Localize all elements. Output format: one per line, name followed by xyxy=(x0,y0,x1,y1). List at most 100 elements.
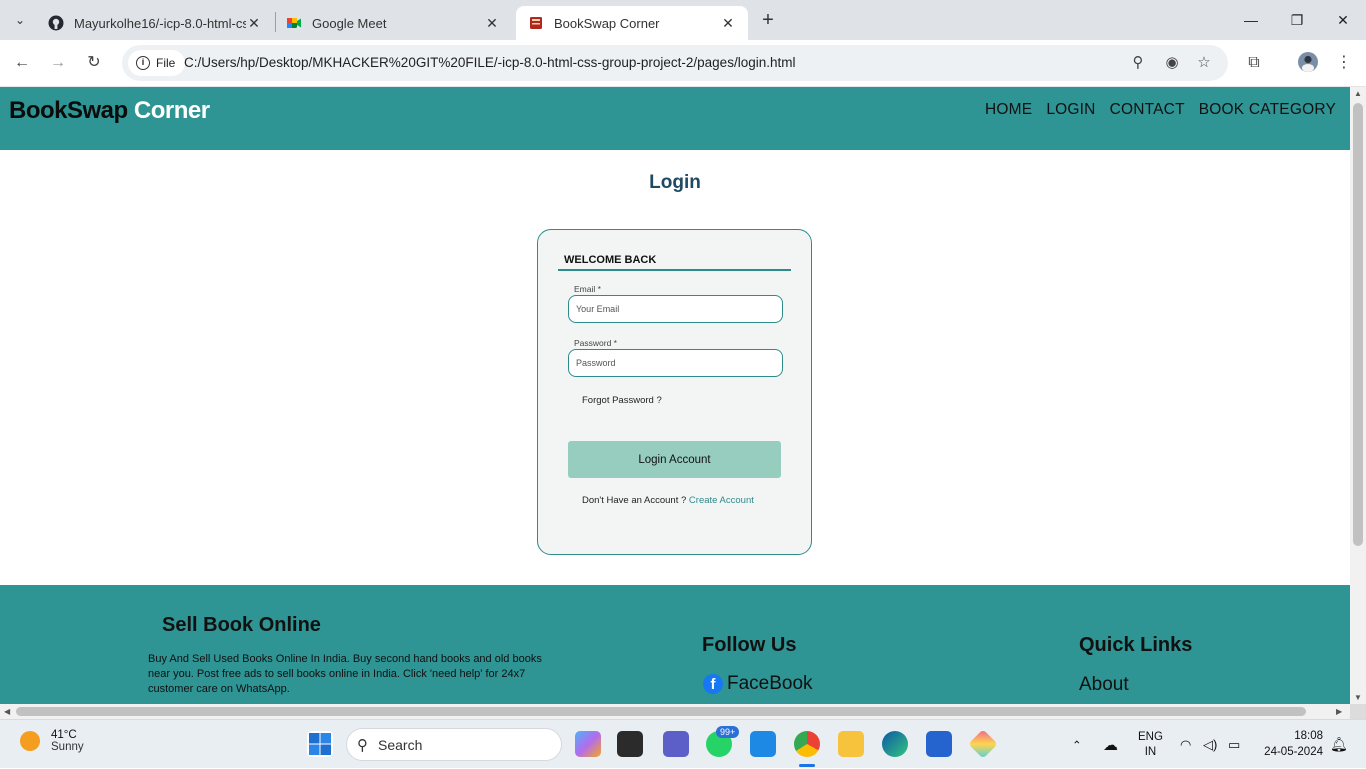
windows-taskbar: 41°C Sunny ⚲ Search 99+ ⌃ ☁ ENG IN ◠ ◁) … xyxy=(0,719,1366,768)
about-link[interactable]: About xyxy=(1079,674,1129,696)
minimize-icon[interactable]: — xyxy=(1239,8,1263,32)
site-logo[interactable]: BookSwap Corner xyxy=(9,97,210,125)
url-text[interactable]: C:/Users/hp/Desktop/MKHACKER%20GIT%20FIL… xyxy=(184,45,795,81)
zoom-icon[interactable]: ⚲ xyxy=(1128,53,1148,73)
scroll-down-icon[interactable]: ▼ xyxy=(1350,693,1366,702)
tab-search-dropdown-icon[interactable]: ⌄ xyxy=(8,8,32,32)
profile-avatar[interactable] xyxy=(1296,51,1320,75)
google-meet-icon xyxy=(286,15,302,31)
reload-icon[interactable]: ↻ xyxy=(82,51,106,75)
scroll-right-icon[interactable]: ▶ xyxy=(1336,704,1342,719)
login-card: WELCOME BACK Email * Your Email Password… xyxy=(537,229,812,555)
create-account-link[interactable]: Create Account xyxy=(689,495,754,506)
password-label: Password * xyxy=(574,338,617,348)
footer-follow-title: Follow Us xyxy=(702,634,797,656)
site-nav: HOME LOGIN CONTACT BOOK CATEGORY xyxy=(985,101,1336,119)
app-icon[interactable] xyxy=(968,729,998,759)
weather-condition: Sunny xyxy=(51,741,84,753)
browser-toolbar: ← → ↻ i File C:/Users/hp/Desktop/MKHACKE… xyxy=(0,40,1366,87)
scroll-left-icon[interactable]: ◀ xyxy=(4,704,10,719)
page-viewport: BookSwap Corner HOME LOGIN CONTACT BOOK … xyxy=(0,87,1350,704)
notification-bell-icon[interactable]: 🔔︎ xyxy=(1330,720,1348,769)
facebook-icon: f xyxy=(703,674,723,694)
nav-book-category[interactable]: BOOK CATEGORY xyxy=(1199,101,1336,119)
eye-icon[interactable]: ◉ xyxy=(1162,53,1182,73)
whatsapp-badge: 99+ xyxy=(716,726,740,738)
tab-title: Mayurkolhe16/-icp-8.0-html-cs xyxy=(74,15,246,31)
battery-icon[interactable]: ▭ xyxy=(1228,720,1240,769)
taskbar-search[interactable]: ⚲ Search xyxy=(346,728,562,761)
horizontal-scroll-thumb[interactable] xyxy=(16,707,1306,716)
site-header: BookSwap Corner HOME LOGIN CONTACT BOOK … xyxy=(0,87,1350,150)
edge-icon[interactable] xyxy=(882,731,908,757)
nav-home[interactable]: HOME xyxy=(985,101,1032,119)
scheme-label: File xyxy=(156,56,176,70)
bookmark-star-icon[interactable]: ☆ xyxy=(1194,53,1214,73)
close-icon[interactable]: ✕ xyxy=(484,15,500,32)
weather-widget[interactable]: 41°C Sunny xyxy=(20,729,84,753)
footer-sell-title: Sell Book Online xyxy=(162,614,321,636)
tray-chevron-icon[interactable]: ⌃ xyxy=(1072,720,1082,769)
volume-icon[interactable]: ◁) xyxy=(1203,720,1217,769)
welcome-heading: WELCOME BACK xyxy=(558,254,791,271)
temperature: 41°C xyxy=(51,729,77,741)
window-close-icon[interactable]: ✕ xyxy=(1331,8,1355,32)
close-icon[interactable]: ✕ xyxy=(720,15,736,32)
microsoft-store-icon[interactable] xyxy=(926,731,952,757)
address-bar[interactable]: i File C:/Users/hp/Desktop/MKHACKER%20GI… xyxy=(122,45,1228,81)
nav-login[interactable]: LOGIN xyxy=(1046,101,1095,119)
copilot-icon[interactable] xyxy=(575,731,601,757)
restore-icon[interactable]: ❐ xyxy=(1285,8,1309,32)
brand-part-2: Corner xyxy=(133,97,210,124)
teams-icon[interactable] xyxy=(663,731,689,757)
onedrive-cloud-icon[interactable]: ☁ xyxy=(1103,720,1118,769)
tab-title: BookSwap Corner xyxy=(554,15,660,31)
browser-tab-bar: ⌄ Mayurkolhe16/-icp-8.0-html-cs ✕ Google… xyxy=(0,0,1366,40)
book-icon xyxy=(528,15,544,31)
new-tab-plus-icon[interactable]: + xyxy=(758,10,778,30)
brand-part-1: BookSwap xyxy=(9,97,128,124)
tab-google-meet[interactable]: Google Meet ✕ xyxy=(274,6,512,40)
tab-bookswap[interactable]: BookSwap Corner ✕ xyxy=(516,6,748,40)
file-explorer-icon[interactable] xyxy=(838,731,864,757)
site-info-chip[interactable]: i File xyxy=(128,50,186,76)
login-button[interactable]: Login Account xyxy=(568,441,781,478)
email-label: Email * xyxy=(574,284,601,294)
vertical-scrollbar[interactable]: ▲ ▼ xyxy=(1350,87,1366,704)
facebook-link[interactable]: f FaceBook xyxy=(703,673,813,695)
search-label: Search xyxy=(378,736,423,753)
footer-sell-text: Buy And Sell Used Books Online In India.… xyxy=(148,653,542,695)
info-icon: i xyxy=(136,56,150,70)
no-account-text: Don't Have an Account ? xyxy=(582,495,687,506)
taskbar-clock[interactable]: 18:08 24-05-2024 xyxy=(1264,728,1323,760)
tab-title: Google Meet xyxy=(312,15,387,31)
task-view-icon[interactable] xyxy=(617,731,643,757)
sun-icon xyxy=(20,731,40,751)
lang-line-1: ENG xyxy=(1138,730,1163,743)
language-indicator[interactable]: ENG IN xyxy=(1138,720,1163,769)
forgot-password-link[interactable]: Forgot Password ? xyxy=(582,395,662,406)
forward-arrow-icon[interactable]: → xyxy=(46,51,70,75)
tab-github[interactable]: Mayurkolhe16/-icp-8.0-html-cs ✕ xyxy=(36,6,274,40)
vscode-icon[interactable] xyxy=(750,731,776,757)
extensions-puzzle-icon[interactable]: ⧉ xyxy=(1242,51,1266,75)
vertical-scroll-thumb[interactable] xyxy=(1353,103,1363,546)
horizontal-scrollbar[interactable]: ◀ ▶ xyxy=(0,704,1350,719)
email-field[interactable]: Your Email xyxy=(568,295,783,323)
back-arrow-icon[interactable]: ← xyxy=(10,51,34,75)
scroll-up-icon[interactable]: ▲ xyxy=(1350,89,1366,98)
wifi-icon[interactable]: ◠ xyxy=(1180,720,1191,769)
scrollbar-corner xyxy=(1350,704,1366,719)
more-menu-icon[interactable]: ⋮ xyxy=(1332,51,1356,75)
chrome-icon[interactable] xyxy=(794,731,820,757)
search-icon: ⚲ xyxy=(357,736,368,754)
footer-quick-links-title: Quick Links xyxy=(1079,634,1193,656)
password-field[interactable]: Password xyxy=(568,349,783,377)
lang-line-2: IN xyxy=(1144,745,1157,758)
site-footer: Sell Book Online Buy And Sell Used Books… xyxy=(0,585,1350,704)
nav-contact[interactable]: CONTACT xyxy=(1110,101,1185,119)
clock-time: 18:08 xyxy=(1294,730,1323,742)
windows-start-icon[interactable] xyxy=(307,731,333,757)
active-app-indicator xyxy=(799,764,815,767)
close-icon[interactable]: ✕ xyxy=(246,15,262,32)
